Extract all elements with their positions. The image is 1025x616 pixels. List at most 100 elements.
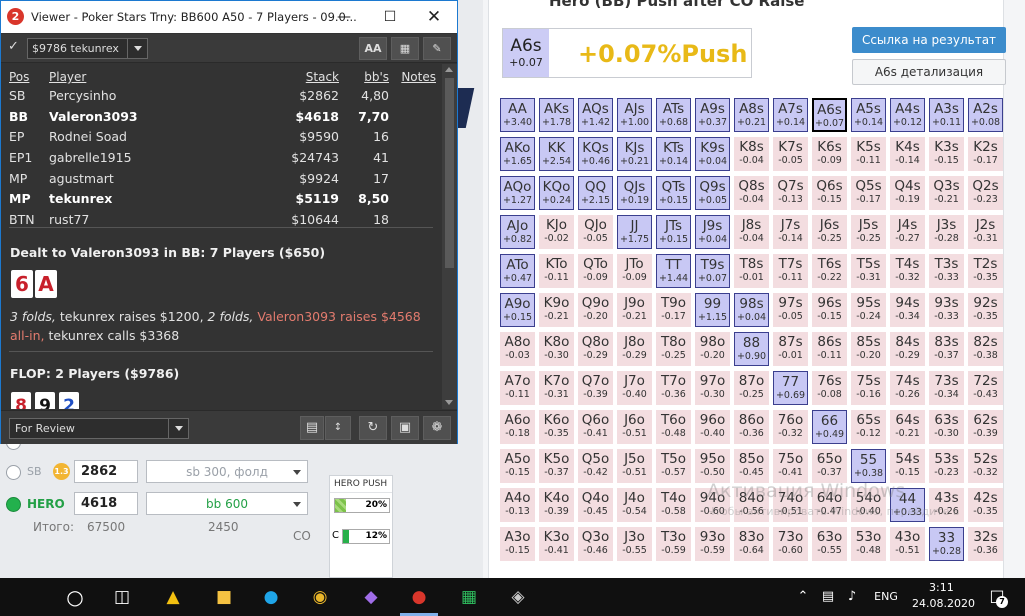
- viewer-titlebar[interactable]: 2 Viewer - Poker Stars Trny: BB600 A50 -…: [1, 1, 457, 33]
- hand-cell[interactable]: T9o -0.17: [656, 293, 691, 327]
- player-row[interactable]: MP agustmart $9924 17: [9, 168, 436, 189]
- chrome-icon[interactable]: ◉: [305, 583, 335, 611]
- scroll-up-icon[interactable]: [445, 67, 453, 72]
- close-icon[interactable]: ✕: [411, 1, 457, 33]
- header-stack[interactable]: Stack: [249, 69, 339, 85]
- scroll-down-icon[interactable]: [445, 400, 453, 405]
- viewer-scrollbar[interactable]: [442, 64, 457, 409]
- hand-cell[interactable]: K7s -0.05: [773, 137, 808, 171]
- hand-cell[interactable]: KQs +0.46: [578, 137, 613, 171]
- player-select[interactable]: $9786 tekunrex: [27, 38, 148, 59]
- hand-cell[interactable]: Q6s -0.15: [812, 176, 847, 210]
- hand-cell[interactable]: T4s -0.32: [890, 254, 925, 288]
- hand-cell[interactable]: Q5o -0.42: [578, 449, 613, 483]
- scroll-thumb[interactable]: [445, 78, 454, 268]
- hand-cell[interactable]: K2s -0.17: [968, 137, 1003, 171]
- aa-button[interactable]: AA: [359, 37, 387, 60]
- hand-cell[interactable]: T5s -0.31: [851, 254, 886, 288]
- hand-cell[interactable]: 63o -0.55: [812, 527, 847, 561]
- hand-detail-button[interactable]: A6s детализация: [852, 59, 1006, 85]
- hand-cell[interactable]: J7o -0.40: [617, 371, 652, 405]
- hand-cell[interactable]: 43o -0.51: [890, 527, 925, 561]
- hand-cell[interactable]: J6o -0.51: [617, 410, 652, 444]
- hand-cell[interactable]: TT +1.44: [656, 254, 691, 288]
- skype-icon[interactable]: ●: [256, 583, 286, 611]
- hand-cell[interactable]: 95o -0.50: [695, 449, 730, 483]
- player-row[interactable]: EP1 gabrelle1915 $24743 41: [9, 147, 436, 168]
- hand-cell[interactable]: Q6o -0.41: [578, 410, 613, 444]
- hand-cell[interactable]: T8s -0.01: [734, 254, 769, 288]
- hand-cell[interactable]: T4o -0.58: [656, 488, 691, 522]
- hand-cell[interactable]: AJo +0.82: [500, 215, 535, 249]
- hand-cell[interactable]: 85o -0.45: [734, 449, 769, 483]
- player-row[interactable]: EP Rodnei Soad $9590 16: [9, 126, 436, 147]
- hand-cell[interactable]: 76o -0.32: [773, 410, 808, 444]
- player-row[interactable]: MP tekunrex $5119 8,50: [9, 188, 436, 209]
- hand-cell[interactable]: QJo -0.05: [578, 215, 613, 249]
- hand-cell[interactable]: KQo +0.24: [539, 176, 574, 210]
- hand-cell[interactable]: A6s +0.07: [812, 98, 847, 132]
- hand-cell[interactable]: 63s -0.30: [929, 410, 964, 444]
- hand-cell[interactable]: J6s -0.25: [812, 215, 847, 249]
- hand-cell[interactable]: 86o -0.36: [734, 410, 769, 444]
- hand-cell[interactable]: J7s -0.14: [773, 215, 808, 249]
- chevron-down-icon[interactable]: [168, 419, 188, 438]
- clipboard-icon[interactable]: ▤: [300, 416, 324, 440]
- hand-cell[interactable]: 77 +0.69: [773, 371, 808, 405]
- hand-cell[interactable]: A8o -0.03: [500, 332, 535, 366]
- position-radio[interactable]: [6, 497, 21, 512]
- hand-cell[interactable]: 72s -0.43: [968, 371, 1003, 405]
- hand-cell[interactable]: 93o -0.59: [695, 527, 730, 561]
- hand-cell[interactable]: Q7o -0.39: [578, 371, 613, 405]
- pokerstars-taskbar-icon[interactable]: ●: [404, 583, 434, 611]
- hand-cell[interactable]: 96o -0.40: [695, 410, 730, 444]
- hand-cell[interactable]: T9s +0.07: [695, 254, 730, 288]
- hand-cell[interactable]: T6s -0.22: [812, 254, 847, 288]
- replay-icon[interactable]: ↻: [359, 416, 387, 440]
- hand-cell[interactable]: A5o -0.15: [500, 449, 535, 483]
- hand-cell[interactable]: KJs +0.21: [617, 137, 652, 171]
- hand-cell[interactable]: QTs +0.15: [656, 176, 691, 210]
- review-select[interactable]: For Review: [9, 418, 189, 439]
- hand-cell[interactable]: T7s -0.11: [773, 254, 808, 288]
- hand-cell[interactable]: A8s +0.21: [734, 98, 769, 132]
- hand-cell[interactable]: J5s -0.25: [851, 215, 886, 249]
- hand-cell[interactable]: 66 +0.49: [812, 410, 847, 444]
- action-select[interactable]: bb 600: [146, 492, 308, 515]
- hand-cell[interactable]: 96s -0.15: [812, 293, 847, 327]
- language-indicator[interactable]: ENG: [872, 583, 900, 611]
- hand-cell[interactable]: J8o -0.29: [617, 332, 652, 366]
- hand-cell[interactable]: T5o -0.57: [656, 449, 691, 483]
- hand-cell[interactable]: 65o -0.37: [812, 449, 847, 483]
- hand-cell[interactable]: A4s +0.12: [890, 98, 925, 132]
- hand-cell[interactable]: T3o -0.59: [656, 527, 691, 561]
- position-radio[interactable]: [6, 465, 21, 480]
- hand-cell[interactable]: 76s -0.08: [812, 371, 847, 405]
- hand-cell[interactable]: J4s -0.27: [890, 215, 925, 249]
- hand-cell[interactable]: J8s -0.04: [734, 215, 769, 249]
- result-link-button[interactable]: Ссылка на результат: [852, 27, 1006, 53]
- twitter-icon[interactable]: ❁: [423, 416, 451, 440]
- hand-cell[interactable]: 83o -0.64: [734, 527, 769, 561]
- hand-cell[interactable]: 94s -0.34: [890, 293, 925, 327]
- folder-icon[interactable]: ■: [209, 583, 239, 611]
- hand-cell[interactable]: T2s -0.35: [968, 254, 1003, 288]
- hand-cell[interactable]: 99 +1.15: [695, 293, 730, 327]
- hand-cell[interactable]: AQo +1.27: [500, 176, 535, 210]
- hand-cell[interactable]: J5o -0.51: [617, 449, 652, 483]
- hand-cell[interactable]: K8s -0.04: [734, 137, 769, 171]
- hand-cell[interactable]: Q4s -0.19: [890, 176, 925, 210]
- hand-cell[interactable]: Q5s -0.17: [851, 176, 886, 210]
- hand-cell[interactable]: 88 +0.90: [734, 332, 769, 366]
- action-select[interactable]: sb 300, фолд: [146, 460, 308, 483]
- hand-cell[interactable]: A9o +0.15: [500, 293, 535, 327]
- hand-cell[interactable]: 82s -0.38: [968, 332, 1003, 366]
- hand-cell[interactable]: Q8o -0.29: [578, 332, 613, 366]
- hand-cell[interactable]: J3s -0.28: [929, 215, 964, 249]
- header-pos[interactable]: Pos: [9, 69, 49, 85]
- hand-cell[interactable]: QJs +0.19: [617, 176, 652, 210]
- hand-cell[interactable]: 55 +0.38: [851, 449, 886, 483]
- hand-cell[interactable]: 62s -0.39: [968, 410, 1003, 444]
- volume-icon[interactable]: ♪: [837, 583, 867, 611]
- hand-cell[interactable]: AA +3.40: [500, 98, 535, 132]
